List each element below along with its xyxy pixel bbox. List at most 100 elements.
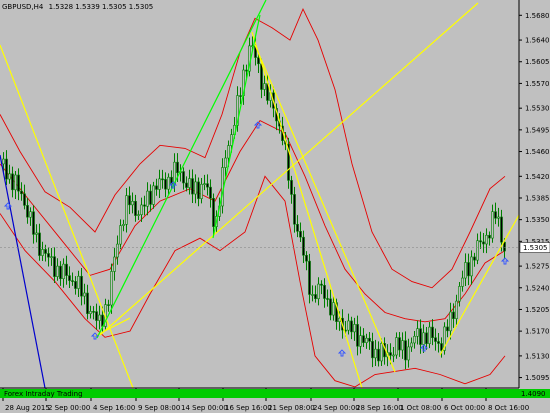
candle-body	[455, 300, 458, 319]
candle-body	[161, 178, 164, 181]
candle-body	[422, 332, 425, 345]
candle-body	[125, 195, 128, 225]
candle-body	[347, 320, 350, 331]
candle-body	[47, 253, 50, 258]
candle-body	[122, 223, 125, 226]
candle-body	[458, 286, 461, 302]
candle-body	[461, 277, 464, 287]
candle-body	[41, 249, 44, 256]
time-tick-label: 24 Sep 00:00	[313, 404, 360, 412]
candle-body	[20, 190, 23, 195]
price-tick-label: 1.5275	[525, 263, 550, 271]
candle-body	[17, 174, 20, 192]
candle-body	[446, 326, 449, 332]
candle-body	[107, 304, 110, 306]
candle-body	[2, 158, 5, 165]
candle-body	[53, 256, 56, 277]
candle-body	[392, 354, 395, 357]
candle-body	[371, 341, 374, 359]
candle-body	[296, 223, 299, 232]
price-tick-label: 1.5240	[525, 284, 550, 292]
candle-body	[317, 283, 320, 300]
price-tick-label: 1.5495	[525, 126, 550, 134]
candle-body	[491, 211, 494, 239]
candle-body	[293, 194, 296, 225]
candle-body	[494, 211, 497, 219]
candle-body	[230, 134, 233, 146]
candle-body	[155, 185, 158, 190]
candle-body	[239, 95, 242, 97]
candle-body	[209, 186, 212, 199]
candle-body	[80, 275, 83, 297]
candle-body	[182, 171, 185, 184]
candle-body	[77, 275, 80, 289]
candle-body	[407, 346, 410, 361]
symbol-timeframe: GBPUSD,H4	[2, 3, 44, 11]
candle-body	[314, 294, 317, 300]
candle-body	[311, 294, 314, 296]
candle-body	[425, 332, 428, 344]
candle-body	[113, 256, 116, 272]
candle-body	[146, 190, 149, 207]
candle-body	[38, 232, 41, 256]
candle-body	[92, 311, 95, 313]
candle-body	[200, 183, 203, 199]
candle-body	[44, 249, 47, 254]
candle-body	[323, 285, 326, 299]
chart-window[interactable]: 1.5680 1.5640 1.5605 1.5570 1.5530 1.5495 1.54…	[0, 0, 550, 413]
candle-body	[197, 181, 200, 199]
candle-body	[332, 302, 335, 316]
candle-body	[50, 256, 53, 258]
indicator-value: 1.4090	[521, 390, 546, 398]
candle-body	[206, 183, 209, 188]
price-tick-label: 1.5095	[525, 374, 550, 382]
candle-body	[326, 298, 329, 300]
candle-body	[440, 343, 443, 351]
time-tick-label: 28 Sep 16:00	[356, 404, 403, 412]
candle-body	[497, 216, 500, 219]
candle-body	[14, 174, 17, 191]
candle-body	[128, 195, 131, 206]
candle-body	[137, 214, 140, 216]
candle-body	[257, 57, 260, 65]
candle-body	[353, 324, 356, 333]
price-tick-label: 1.5170	[525, 328, 550, 336]
price-chart[interactable]: 1.5680 1.5640 1.5605 1.5570 1.5530 1.5495 1.54…	[0, 0, 550, 413]
candle-body	[5, 158, 8, 180]
candle-body	[35, 232, 38, 235]
candle-body	[395, 337, 398, 356]
candle-body	[74, 281, 77, 289]
candle-body	[158, 178, 161, 190]
candle-body	[89, 311, 92, 314]
price-tick-label: 1.5130	[525, 352, 550, 360]
candle-body	[95, 311, 98, 321]
candle-body	[329, 298, 332, 316]
candle-body	[164, 179, 167, 190]
candle-body	[503, 241, 506, 252]
candle-body	[431, 326, 434, 339]
candle-body	[260, 63, 263, 90]
candle-body	[404, 340, 407, 361]
candle-body	[479, 240, 482, 243]
candle-body	[377, 348, 380, 362]
candle-body	[191, 178, 194, 195]
current-price-label: 1.5305	[523, 244, 548, 252]
candle-body	[152, 185, 155, 205]
candle-body	[374, 348, 377, 359]
indicator-label: Forex Intraday Trading	[4, 390, 83, 398]
candle-body	[473, 256, 476, 261]
candle-body	[401, 340, 404, 351]
candle-body	[470, 256, 473, 277]
candle-body	[32, 211, 35, 235]
candle-body	[389, 352, 392, 356]
time-tick-label: 28 Aug 2015	[5, 404, 50, 412]
candle-body	[500, 216, 503, 243]
candle-body	[59, 265, 62, 279]
candle-body	[83, 292, 86, 297]
candle-body	[410, 342, 413, 348]
candle-body	[98, 314, 101, 321]
candle-body	[116, 243, 119, 258]
candle-body	[8, 173, 11, 180]
candle-body	[437, 341, 440, 344]
candle-body	[11, 173, 14, 191]
